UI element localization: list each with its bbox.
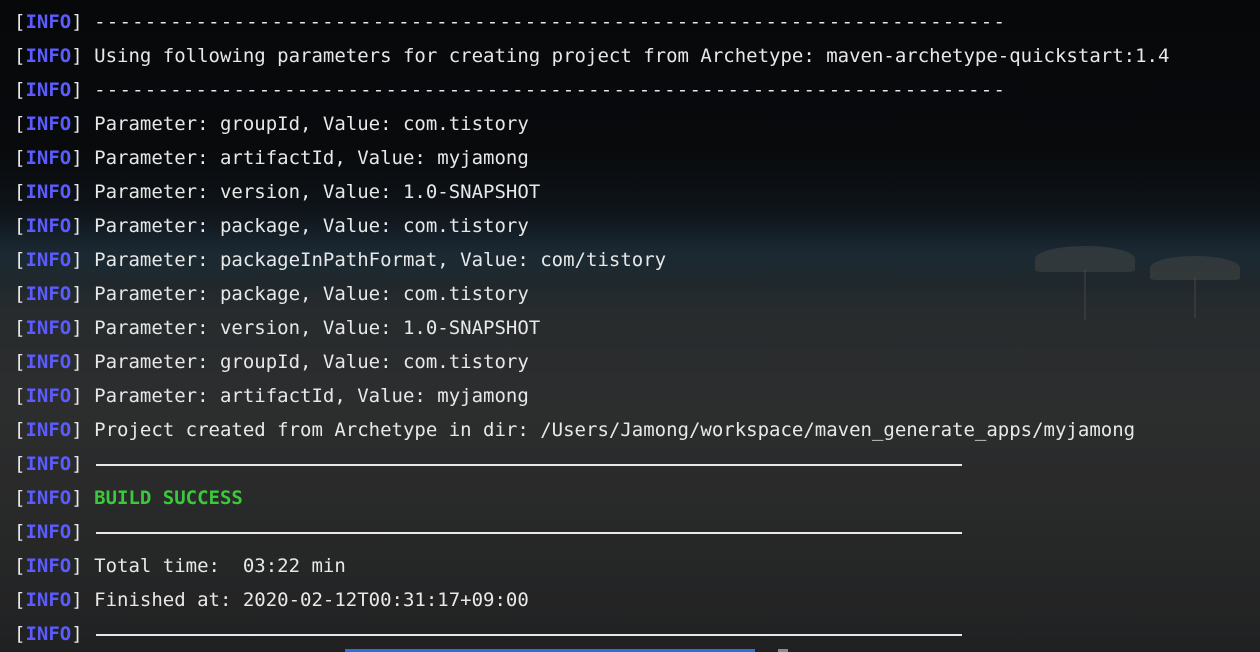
log-level-tag: INFO <box>25 521 72 543</box>
log-bracket-close: ] <box>71 317 83 339</box>
log-level-tag: INFO <box>25 487 72 509</box>
log-bracket-open: [ <box>14 487 26 509</box>
log-message: Parameter: packageInPathFormat, Value: c… <box>94 249 667 271</box>
log-bracket-close: ] <box>71 589 83 611</box>
log-bracket-close: ] <box>71 147 83 169</box>
log-bracket-open: [ <box>14 181 26 203</box>
log-message: Parameter: package, Value: com.tistory <box>94 215 529 237</box>
log-bracket-close: ] <box>71 283 83 305</box>
log-message: Parameter: version, Value: 1.0-SNAPSHOT <box>94 317 541 339</box>
log-bracket-open: [ <box>14 215 26 237</box>
rule-separator <box>96 531 963 534</box>
log-bracket-open: [ <box>14 147 26 169</box>
log-message: Parameter: groupId, Value: com.tistory <box>94 351 529 373</box>
log-bracket-close: ] <box>71 453 83 475</box>
log-bracket-open: [ <box>14 453 26 475</box>
log-bracket-open: [ <box>14 11 26 33</box>
log-line: [INFO] Parameter: package, Value: com.ti… <box>14 209 1260 243</box>
log-bracket-open: [ <box>14 351 26 373</box>
log-bracket-open: [ <box>14 419 26 441</box>
log-bracket-open: [ <box>14 555 26 577</box>
log-bracket-close: ] <box>71 521 83 543</box>
rule-separator <box>96 633 963 636</box>
log-line: [INFO] Parameter: artifactId, Value: myj… <box>14 141 1260 175</box>
log-level-tag: INFO <box>25 623 72 645</box>
log-bracket-open: [ <box>14 283 26 305</box>
log-bracket-close: ] <box>71 351 83 373</box>
log-message: Parameter: artifactId, Value: myjamong <box>94 147 529 169</box>
build-status: BUILD SUCCESS <box>94 487 243 509</box>
log-bracket-close: ] <box>71 555 83 577</box>
log-line: [INFO] <box>14 447 1260 481</box>
log-message: Total time: 03:22 min <box>94 555 346 577</box>
log-message: Parameter: artifactId, Value: myjamong <box>94 385 529 407</box>
log-bracket-close: ] <box>71 113 83 135</box>
log-line: [INFO] Parameter: packageInPathFormat, V… <box>14 243 1260 277</box>
log-level-tag: INFO <box>25 283 72 305</box>
log-bracket-close: ] <box>71 215 83 237</box>
log-level-tag: INFO <box>25 589 72 611</box>
log-bracket-open: [ <box>14 385 26 407</box>
log-level-tag: INFO <box>25 351 72 373</box>
log-level-tag: INFO <box>25 555 72 577</box>
log-bracket-close: ] <box>71 11 83 33</box>
log-line: [INFO] Parameter: version, Value: 1.0-SN… <box>14 175 1260 209</box>
terminal-output[interactable]: [INFO] ---------------------------------… <box>14 5 1260 651</box>
log-line: [INFO] <box>14 515 1260 549</box>
log-bracket-open: [ <box>14 317 26 339</box>
log-message: Parameter: version, Value: 1.0-SNAPSHOT <box>94 181 541 203</box>
log-line: [INFO] <box>14 617 1260 651</box>
log-line: [INFO] Total time: 03:22 min <box>14 549 1260 583</box>
log-bracket-open: [ <box>14 249 26 271</box>
log-message: Parameter: package, Value: com.tistory <box>94 283 529 305</box>
log-line: [INFO] ---------------------------------… <box>14 73 1260 107</box>
log-bracket-open: [ <box>14 45 26 67</box>
log-message: Using following parameters for creating … <box>94 45 1170 67</box>
log-message: Parameter: groupId, Value: com.tistory <box>94 113 529 135</box>
log-message: Finished at: 2020-02-12T00:31:17+09:00 <box>94 589 529 611</box>
log-line: [INFO] ---------------------------------… <box>14 5 1260 39</box>
log-level-tag: INFO <box>25 45 72 67</box>
log-line: [INFO] Project created from Archetype in… <box>14 413 1260 447</box>
log-bracket-close: ] <box>71 487 83 509</box>
log-level-tag: INFO <box>25 11 72 33</box>
log-bracket-open: [ <box>14 623 26 645</box>
log-level-tag: INFO <box>25 181 72 203</box>
log-level-tag: INFO <box>25 453 72 475</box>
log-line: [INFO] Parameter: version, Value: 1.0-SN… <box>14 311 1260 345</box>
log-bracket-open: [ <box>14 521 26 543</box>
log-bracket-close: ] <box>71 385 83 407</box>
dash-separator: ----------------------------------------… <box>94 11 1007 33</box>
log-level-tag: INFO <box>25 79 72 101</box>
log-level-tag: INFO <box>25 147 72 169</box>
log-level-tag: INFO <box>25 113 72 135</box>
log-bracket-close: ] <box>71 249 83 271</box>
log-level-tag: INFO <box>25 385 72 407</box>
log-bracket-open: [ <box>14 79 26 101</box>
log-bracket-open: [ <box>14 589 26 611</box>
log-message: Project created from Archetype in dir: /… <box>94 419 1136 441</box>
log-line: [INFO] Using following parameters for cr… <box>14 39 1260 73</box>
rule-separator <box>96 463 963 466</box>
log-level-tag: INFO <box>25 419 72 441</box>
log-line: [INFO] BUILD SUCCESS <box>14 481 1260 515</box>
log-line: [INFO] Parameter: groupId, Value: com.ti… <box>14 345 1260 379</box>
log-bracket-close: ] <box>71 45 83 67</box>
log-level-tag: INFO <box>25 249 72 271</box>
log-line: [INFO] Parameter: package, Value: com.ti… <box>14 277 1260 311</box>
log-level-tag: INFO <box>25 317 72 339</box>
dash-separator: ----------------------------------------… <box>94 79 1007 101</box>
log-bracket-close: ] <box>71 79 83 101</box>
log-bracket-close: ] <box>71 623 83 645</box>
log-bracket-open: [ <box>14 113 26 135</box>
log-bracket-close: ] <box>71 181 83 203</box>
log-level-tag: INFO <box>25 215 72 237</box>
log-bracket-close: ] <box>71 419 83 441</box>
log-line: [INFO] Finished at: 2020-02-12T00:31:17+… <box>14 583 1260 617</box>
log-line: [INFO] Parameter: groupId, Value: com.ti… <box>14 107 1260 141</box>
log-line: [INFO] Parameter: artifactId, Value: myj… <box>14 379 1260 413</box>
